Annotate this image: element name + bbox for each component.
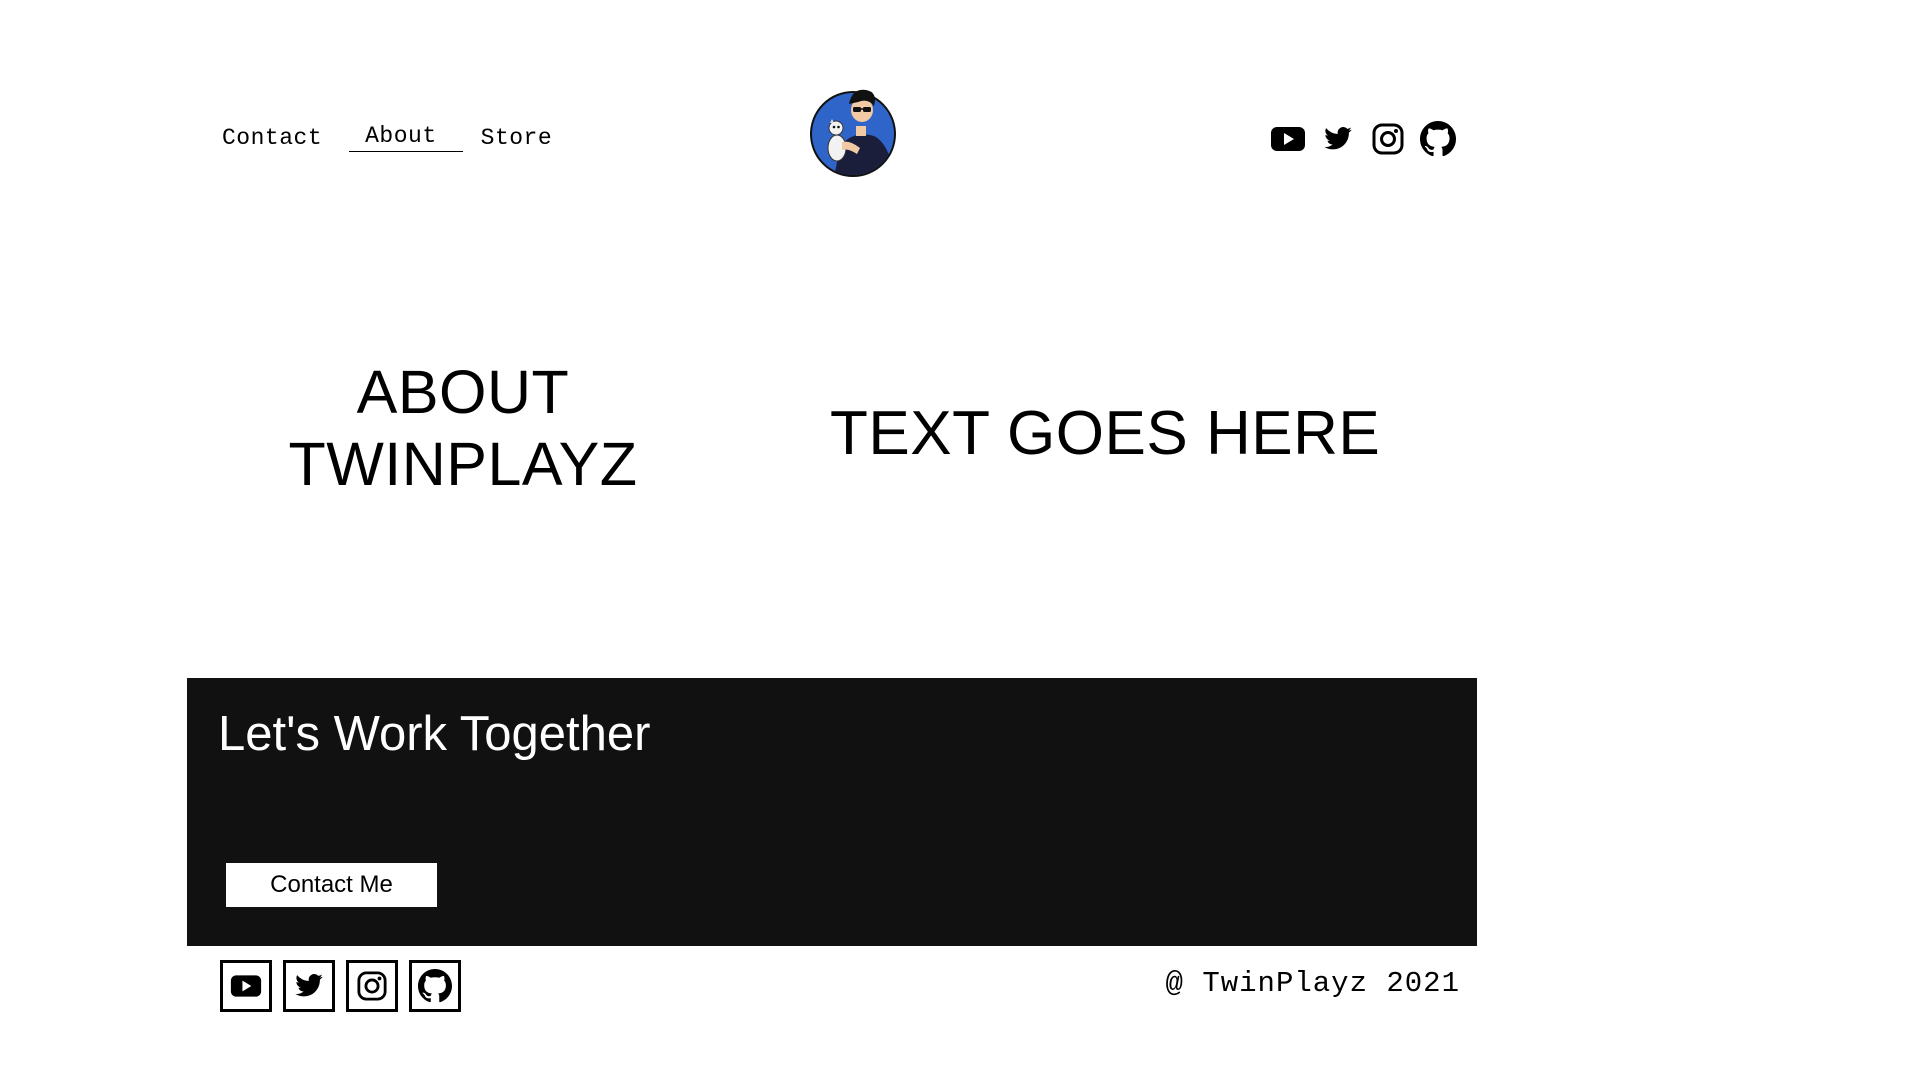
work-together-banner: Let's Work Together Contact Me bbox=[187, 678, 1477, 946]
main-nav: Contact About Store bbox=[222, 123, 553, 153]
about-title-line-1: ABOUT bbox=[356, 358, 570, 426]
about-title: ABOUT TWINPLAYZ bbox=[263, 356, 663, 500]
instagram-icon[interactable] bbox=[1370, 121, 1406, 157]
contact-me-button[interactable]: Contact Me bbox=[226, 863, 437, 907]
footer-youtube-icon[interactable] bbox=[220, 960, 272, 1012]
avatar-logo[interactable] bbox=[810, 86, 896, 178]
footer-github-icon[interactable] bbox=[409, 960, 461, 1012]
footer-twitter-icon[interactable] bbox=[283, 960, 335, 1012]
footer-instagram-icon[interactable] bbox=[346, 960, 398, 1012]
about-body-text: TEXT GOES HERE bbox=[830, 399, 1381, 468]
character-avatar-icon bbox=[810, 89, 896, 177]
youtube-icon[interactable] bbox=[1270, 121, 1306, 157]
nav-link-contact[interactable]: Contact bbox=[222, 125, 322, 151]
footer-social-links bbox=[220, 960, 461, 1012]
github-icon[interactable] bbox=[1420, 121, 1456, 157]
header-social-links bbox=[1270, 121, 1456, 157]
copyright-text: @ TwinPlayz 2021 bbox=[1165, 967, 1460, 1000]
nav-link-about[interactable]: About bbox=[349, 123, 463, 153]
about-title-line-2: TWINPLAYZ bbox=[288, 430, 638, 498]
cta-heading: Let's Work Together bbox=[218, 707, 651, 761]
twitter-icon[interactable] bbox=[1320, 121, 1356, 157]
nav-link-store[interactable]: Store bbox=[481, 125, 553, 151]
